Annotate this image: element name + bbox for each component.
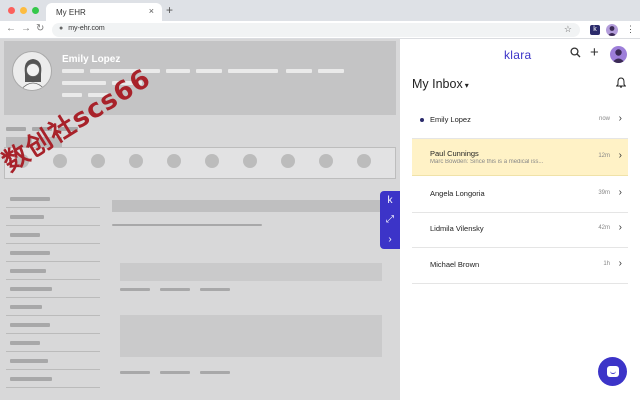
lock-icon: ● <box>59 25 64 32</box>
vital-icon <box>243 154 257 168</box>
message-preview: Marc Bowden: Since this is a medical iss… <box>430 159 544 165</box>
address-bar[interactable]: ● my-ehr.com ☆ <box>52 23 580 37</box>
vital-icon <box>357 154 371 168</box>
message-time: 42m <box>598 225 610 231</box>
vital-icon <box>167 154 181 168</box>
inbox-selector[interactable]: My Inbox ▾ <box>412 77 469 91</box>
placeholder-line <box>120 371 150 374</box>
ehr-page: Emily Lopez <box>0 39 400 400</box>
chat-bubble-icon <box>606 366 619 377</box>
window-controls <box>8 7 39 14</box>
close-window-button[interactable] <box>8 7 15 14</box>
placeholder-line <box>166 69 190 73</box>
sidebar-row[interactable] <box>6 227 100 244</box>
placeholder-line <box>286 69 312 73</box>
user-avatar[interactable] <box>610 46 627 63</box>
message-time: 1h <box>603 261 610 267</box>
tab-close-icon[interactable]: × <box>149 6 154 16</box>
sidebar-row[interactable] <box>6 335 100 352</box>
message-sender: Paul Cunnings <box>430 149 479 158</box>
vital-icon <box>129 154 143 168</box>
message-sender: Angela Longoria <box>430 189 485 198</box>
sidebar-row[interactable] <box>6 209 100 226</box>
sidebar-row[interactable] <box>6 281 100 298</box>
unread-dot <box>420 118 424 122</box>
placeholder-line <box>196 69 222 73</box>
profile-avatar[interactable] <box>606 24 618 36</box>
section-header <box>112 200 382 212</box>
message-time: 12m <box>598 153 610 159</box>
vital-icon <box>319 154 333 168</box>
message-sender: Lidmila Vilensky <box>430 224 484 233</box>
placeholder-line <box>200 288 230 291</box>
sidebar-row[interactable] <box>6 191 100 208</box>
chevron-right-icon: › <box>618 187 622 198</box>
expand-icon[interactable]: ⤢ <box>386 214 394 225</box>
message-time: now <box>598 116 610 122</box>
chevron-down-icon: ▾ <box>464 81 469 90</box>
bookmark-star-icon[interactable]: ☆ <box>564 24 572 35</box>
sidebar-row[interactable] <box>6 263 100 280</box>
vital-icon <box>205 154 219 168</box>
browser-tab[interactable]: My EHR × <box>46 3 162 21</box>
browser-menu-icon[interactable]: ⋮ <box>626 24 635 35</box>
chevron-right-icon: › <box>618 113 622 124</box>
forward-button[interactable]: → <box>21 23 31 34</box>
url-text: my-ehr.com <box>68 25 105 32</box>
sidebar-row[interactable] <box>6 371 100 388</box>
klara-k-icon[interactable]: k <box>388 195 393 206</box>
maximize-window-button[interactable] <box>32 7 39 14</box>
inbox-title: My Inbox <box>412 77 463 91</box>
placeholder-line <box>318 69 344 73</box>
tab-title: My EHR <box>56 8 86 17</box>
message-row[interactable]: Lidmila Vilensky 42m › <box>412 211 628 248</box>
bell-icon[interactable] <box>615 77 627 91</box>
add-icon[interactable]: + <box>590 44 599 61</box>
placeholder-line <box>228 69 278 73</box>
placeholder-line <box>160 288 190 291</box>
browser-tab-bar: My EHR × + <box>0 0 640 21</box>
vital-icon <box>281 154 295 168</box>
message-row[interactable]: Paul Cunnings Marc Bowden: Since this is… <box>412 139 628 176</box>
vital-icon <box>91 154 105 168</box>
vitals-strip <box>4 147 396 179</box>
patient-name: Emily Lopez <box>62 54 121 65</box>
placeholder-line <box>62 69 84 73</box>
message-sender: Emily Lopez <box>430 115 471 124</box>
back-button[interactable]: ← <box>6 23 16 34</box>
klara-panel: klara + My Inbox ▾ Emily Lopez now › Paul… <box>400 39 640 400</box>
klara-logo: klara <box>504 48 532 62</box>
sidebar-row[interactable] <box>6 317 100 334</box>
collapse-chevron-icon[interactable]: › <box>388 234 391 245</box>
new-tab-button[interactable]: + <box>166 3 173 17</box>
chevron-right-icon: › <box>618 150 622 161</box>
message-time: 39m <box>598 190 610 196</box>
klara-extension-icon[interactable]: k <box>590 25 600 35</box>
klara-panel-handle: k ⤢ › <box>380 191 400 249</box>
divider <box>112 224 262 226</box>
patient-avatar <box>12 51 52 91</box>
search-icon[interactable] <box>570 47 581 61</box>
message-row[interactable]: Emily Lopez now › <box>412 102 628 139</box>
sidebar-row[interactable] <box>6 353 100 370</box>
chat-button[interactable] <box>598 357 627 386</box>
chevron-right-icon: › <box>618 222 622 233</box>
message-row[interactable]: Angela Longoria 39m › <box>412 176 628 213</box>
message-row[interactable]: Michael Brown 1h › <box>412 247 628 284</box>
minimize-window-button[interactable] <box>20 7 27 14</box>
message-sender: Michael Brown <box>430 260 480 269</box>
sidebar-row[interactable] <box>6 299 100 316</box>
placeholder-line <box>120 288 150 291</box>
chevron-right-icon: › <box>618 258 622 269</box>
reload-button[interactable]: ↻ <box>36 23 44 34</box>
vital-icon <box>53 154 67 168</box>
sidebar-row[interactable] <box>6 245 100 262</box>
content-block <box>120 263 382 281</box>
browser-toolbar: ← → ↻ ● my-ehr.com ☆ k ⋮ <box>0 21 640 39</box>
content-block <box>120 315 382 357</box>
placeholder-line <box>200 371 230 374</box>
placeholder-line <box>160 371 190 374</box>
